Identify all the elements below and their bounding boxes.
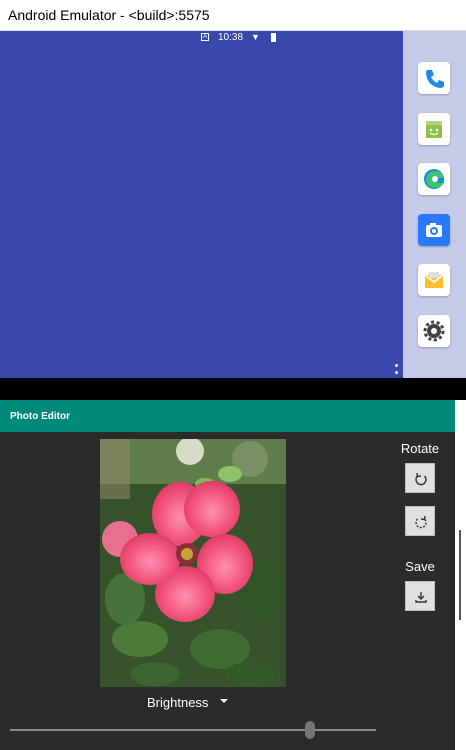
brightness-dropdown[interactable]: Brightness xyxy=(147,695,208,710)
top-screen: A 10:38 ▼ xyxy=(0,31,466,378)
store-app-icon[interactable] xyxy=(418,113,450,145)
battery-icon xyxy=(271,33,276,42)
app-title: Photo Editor xyxy=(10,411,70,422)
wifi-icon: ▼ xyxy=(251,32,260,42)
edge-browser-app-icon[interactable] xyxy=(418,163,450,195)
rotate-right-button[interactable] xyxy=(405,506,435,536)
chevron-down-icon[interactable] xyxy=(220,699,228,703)
notification-icon: A xyxy=(201,33,209,41)
app-bar: Photo Editor xyxy=(0,400,455,432)
photo-preview xyxy=(100,439,286,687)
emulator-title-bar: Android Emulator - <build>:5575 xyxy=(0,0,466,31)
app-dock xyxy=(403,31,466,378)
brightness-slider[interactable] xyxy=(10,721,376,739)
mail-app-icon[interactable] xyxy=(418,264,450,296)
settings-app-icon[interactable] xyxy=(418,315,450,347)
rotate-left-button[interactable] xyxy=(405,463,435,493)
scrollbar[interactable] xyxy=(459,530,461,620)
brightness-slider-fill xyxy=(10,729,311,731)
editor-area: Rotate Save Brightness xyxy=(0,432,455,750)
phone-app-icon[interactable] xyxy=(418,62,450,94)
window-title: Android Emulator - <build>:5575 xyxy=(8,7,210,23)
save-label: Save xyxy=(405,559,435,574)
status-bar: A 10:38 ▼ xyxy=(0,31,403,45)
save-button[interactable] xyxy=(405,581,435,611)
overflow-dots-icon[interactable] xyxy=(395,364,399,378)
brightness-slider-thumb[interactable] xyxy=(305,721,316,739)
camera-app-icon[interactable] xyxy=(418,214,450,246)
rotate-label: Rotate xyxy=(400,441,440,456)
status-time: 10:38 xyxy=(218,32,244,43)
hinge-gap xyxy=(0,378,466,400)
